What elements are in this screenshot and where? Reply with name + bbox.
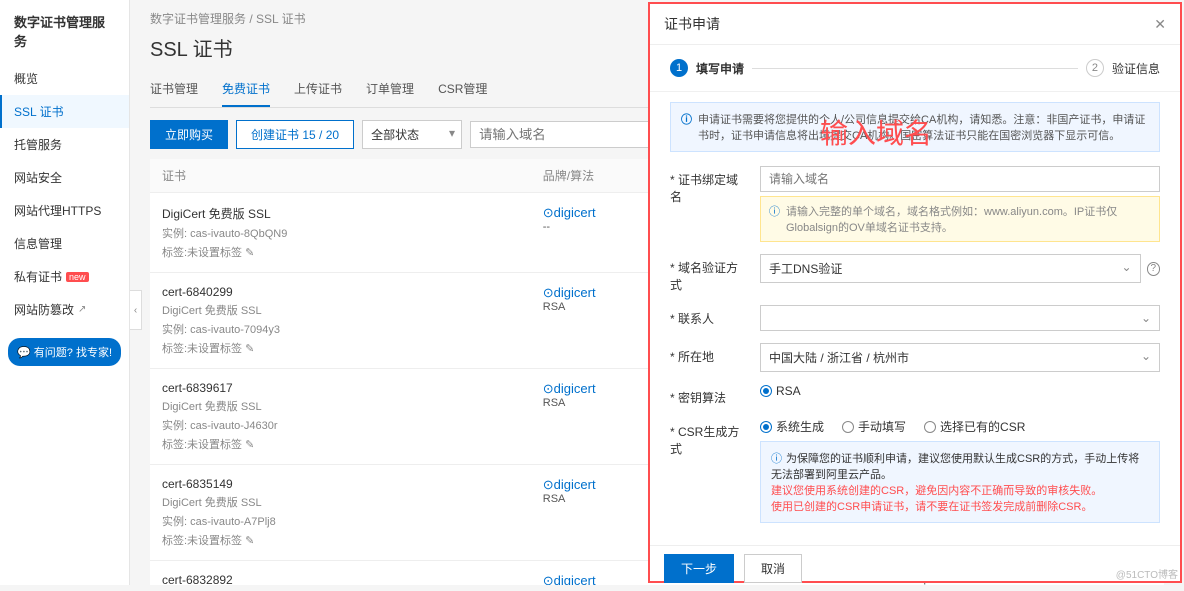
drawer: 证书申请 ✕ 1 填写申请 2 验证信息 ⓘ申请证书需要将您提供的个人/公司信息… [648, 2, 1182, 583]
location-label: 所在地 [670, 343, 750, 365]
sidebar-item-security[interactable]: 网站安全 [0, 161, 129, 194]
sidebar-collapse[interactable]: ‹ [130, 290, 142, 330]
step-2-num: 2 [1086, 59, 1104, 77]
step-1-label: 填写申请 [696, 60, 744, 77]
sidebar-item-info[interactable]: 信息管理 [0, 227, 129, 260]
drawer-title: 证书申请 [664, 14, 720, 34]
verify-label: 域名验证方式 [670, 254, 750, 293]
tab-upload[interactable]: 上传证书 [294, 72, 342, 107]
step-1-num: 1 [670, 59, 688, 77]
csr-system-radio[interactable]: 系统生成 [760, 418, 824, 435]
buy-button[interactable]: 立即购买 [150, 120, 228, 149]
domain-hint: ⓘ请输入完整的单个域名，域名格式例如：www.aliyun.com。IP证书仅G… [760, 196, 1160, 242]
sidebar: 数字证书管理服务 概览 SSL 证书 托管服务 网站安全 网站代理HTTPS 信… [0, 0, 130, 585]
cert-name: cert-6835149 DigiCert 免费版 SSL 实例: cas-iv… [162, 477, 543, 548]
algo-rsa-radio[interactable]: RSA [760, 384, 801, 398]
cert-name: cert-6832892 DigiCert 免费版 SSL 实例: cas-iv… [162, 573, 543, 585]
contact-label: 联系人 [670, 305, 750, 327]
help-button[interactable]: 💬 有问题? 找专家! [8, 338, 121, 366]
tab-csr[interactable]: CSR管理 [438, 72, 487, 107]
cert-name: cert-6840299 DigiCert 免费版 SSL 实例: cas-iv… [162, 285, 543, 356]
sidebar-item-ssl[interactable]: SSL 证书 [0, 95, 129, 128]
form: 证书绑定域名 ⓘ请输入完整的单个域名，域名格式例如：www.aliyun.com… [650, 162, 1180, 545]
watermark: @51CTO博客 [1116, 566, 1178, 581]
tab-order[interactable]: 订单管理 [366, 72, 414, 107]
sidebar-item-overview[interactable]: 概览 [0, 62, 129, 95]
verify-select[interactable]: 手工DNS验证 [760, 254, 1141, 283]
csr-note: ⓘ为保障您的证书顺利申请，建议您使用默认生成CSR的方式，手动上传将无法部署到阿… [760, 441, 1160, 523]
steps: 1 填写申请 2 验证信息 [650, 45, 1180, 92]
domain-label: 证书绑定域名 [670, 166, 750, 205]
create-button[interactable]: 创建证书 15 / 20 [236, 120, 354, 149]
tab-manage[interactable]: 证书管理 [150, 72, 198, 107]
sidebar-item-private[interactable]: 私有证书new [0, 260, 129, 293]
info-alert: ⓘ申请证书需要将您提供的个人/公司信息提交给CA机构，请知悉。注意：非国产证书，… [670, 102, 1160, 152]
external-icon: ↗ [78, 304, 86, 315]
contact-select[interactable] [760, 305, 1160, 331]
close-icon[interactable]: ✕ [1154, 16, 1166, 33]
domain-input[interactable] [760, 166, 1160, 192]
breadcrumb-root[interactable]: 数字证书管理服务 [150, 12, 246, 26]
drawer-footer: 下一步 取消 [650, 545, 1180, 591]
sidebar-item-tamper[interactable]: 网站防篡改↗ [0, 293, 129, 326]
info-icon: ⓘ [681, 111, 692, 143]
csr-existing-radio[interactable]: 选择已有的CSR [924, 418, 1025, 435]
sidebar-item-proxy[interactable]: 网站代理HTTPS [0, 194, 129, 227]
cancel-button[interactable]: 取消 [744, 554, 802, 583]
sidebar-title: 数字证书管理服务 [0, 0, 129, 62]
next-button[interactable]: 下一步 [664, 554, 734, 583]
info-icon: ⓘ [771, 453, 782, 465]
cert-name: cert-6839617 DigiCert 免费版 SSL 实例: cas-iv… [162, 381, 543, 452]
algo-label: 密钥算法 [670, 384, 750, 406]
info-icon: ⓘ [769, 203, 780, 235]
search-input[interactable] [470, 121, 650, 148]
status-filter[interactable]: 全部状态 [362, 120, 462, 149]
csr-label: CSR生成方式 [670, 418, 750, 457]
csr-manual-radio[interactable]: 手动填写 [842, 418, 906, 435]
sidebar-item-hosting[interactable]: 托管服务 [0, 128, 129, 161]
new-badge: new [66, 272, 89, 282]
step-2-label: 验证信息 [1112, 60, 1160, 77]
tab-free[interactable]: 免费证书 [222, 72, 270, 107]
cert-name: DigiCert 免费版 SSL 实例: cas-ivauto-8QbQN9 标… [162, 205, 543, 260]
location-select[interactable]: 中国大陆 / 浙江省 / 杭州市 [760, 343, 1160, 372]
help-icon[interactable]: ? [1147, 262, 1160, 276]
